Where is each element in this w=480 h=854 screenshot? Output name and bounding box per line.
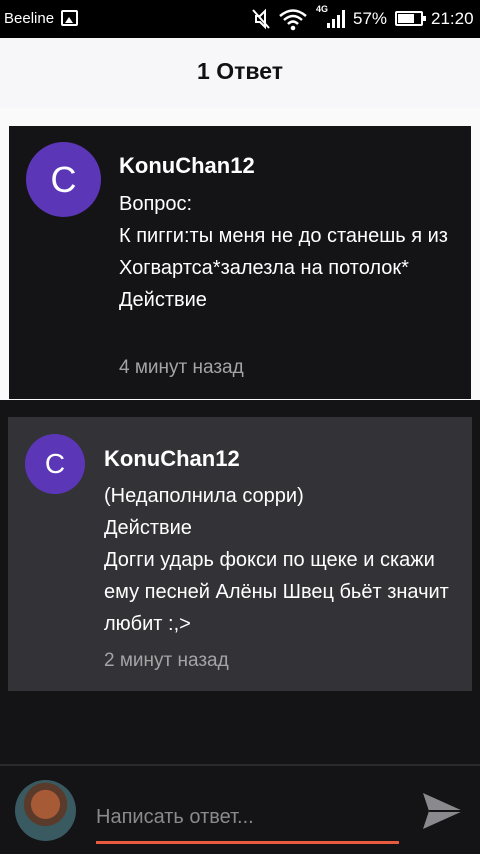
username[interactable]: KonuChan12 (119, 153, 255, 179)
status-time: 21:20 (431, 9, 474, 28)
signal-icon (327, 10, 345, 28)
comment-text: Вопрос: К пигги:ты меня не до станешь я … (119, 188, 464, 316)
user-avatar[interactable] (15, 780, 76, 841)
page-title: 1 Ответ (197, 58, 283, 84)
comment-line: Догги ударь фокси по щеке и скажи ему пе… (104, 549, 449, 635)
image-icon (61, 10, 78, 26)
comment-line: К пигги:ты меня не до станешь я из Хогва… (119, 225, 448, 279)
comment-line: (Недаполнила сорри) (104, 485, 304, 507)
timestamp: 4 минут назад (119, 357, 244, 378)
avatar[interactable]: C (25, 434, 85, 494)
battery-percent: 57% (353, 9, 388, 28)
comment-line: Вопрос: (119, 193, 193, 215)
send-icon[interactable] (421, 791, 465, 831)
page-header: 1 Ответ (0, 38, 480, 108)
carrier-label: Beeline (4, 10, 55, 27)
comment-line: Действие (104, 517, 192, 539)
wifi-icon (279, 9, 307, 31)
username[interactable]: KonuChan12 (104, 446, 240, 472)
comment-text: (Недаполнила сорри) Действие Догги ударь… (104, 480, 449, 640)
avatar[interactable]: C (26, 142, 101, 217)
reply-bar (0, 764, 480, 854)
comment-card[interactable]: C KonuChan12 (Недаполнила сорри) Действи… (8, 417, 472, 691)
status-bar: Beeline 4G 57% 21:20 (0, 0, 480, 38)
comment-card[interactable]: C KonuChan12 Вопрос: К пигги:ты меня не … (9, 126, 471, 399)
reply-input[interactable] (96, 794, 399, 844)
timestamp: 2 минут назад (104, 650, 229, 671)
battery-icon (395, 11, 426, 26)
mute-icon (252, 8, 270, 30)
comment-line: Действие (119, 289, 207, 311)
